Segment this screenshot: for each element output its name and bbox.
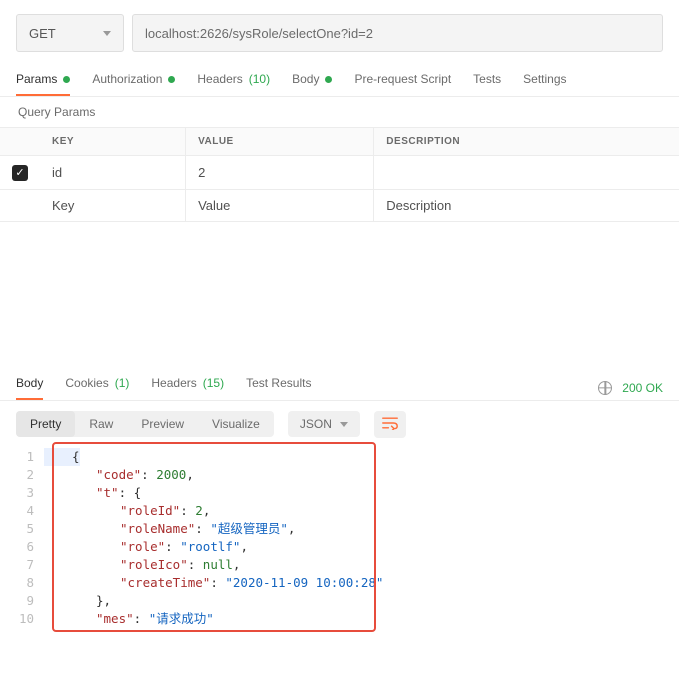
cell-key[interactable]: id: [40, 156, 186, 190]
response-body[interactable]: 1{2"code": 2000,3"t": {4"roleId": 2,5"ro…: [4, 448, 671, 628]
dot-icon: [168, 76, 175, 83]
chevron-down-icon: [340, 422, 348, 427]
dot-icon: [325, 76, 332, 83]
code-line: 2"code": 2000,: [18, 466, 671, 484]
code-line: 5"roleName": "超级管理员",: [18, 520, 671, 538]
col-key: KEY: [40, 128, 186, 156]
dot-icon: [63, 76, 70, 83]
mode-visualize[interactable]: Visualize: [198, 411, 274, 437]
mode-preview[interactable]: Preview: [127, 411, 198, 437]
mode-pretty[interactable]: Pretty: [16, 411, 75, 437]
key-placeholder[interactable]: Key: [40, 189, 186, 221]
query-params-heading: Query Params: [0, 97, 679, 127]
code-line: 7"roleIco": null,: [18, 556, 671, 574]
format-select[interactable]: JSON: [288, 411, 360, 437]
value-placeholder[interactable]: Value: [186, 189, 374, 221]
checkbox-icon[interactable]: ✓: [12, 165, 28, 181]
code-line: 1{: [18, 448, 671, 466]
wrap-icon: [382, 416, 398, 430]
code-line: 9},: [18, 592, 671, 610]
cell-desc[interactable]: [374, 156, 679, 190]
tab-body[interactable]: Body: [292, 72, 332, 96]
tab-tests[interactable]: Tests: [473, 72, 501, 96]
response-toolbar: Pretty Raw Preview Visualize JSON: [0, 401, 679, 448]
method-select[interactable]: GET: [16, 14, 124, 52]
code-line: 3"t": {: [18, 484, 671, 502]
tab-params[interactable]: Params: [16, 72, 70, 96]
url-input[interactable]: localhost:2626/sysRole/selectOne?id=2: [132, 14, 663, 52]
tab-authorization[interactable]: Authorization: [92, 72, 175, 96]
col-check: [0, 128, 40, 156]
code-line: 4"roleId": 2,: [18, 502, 671, 520]
col-value: VALUE: [186, 128, 374, 156]
col-desc: DESCRIPTION: [374, 128, 679, 156]
response-tabs: Body Cookies (1) Headers (15) Test Resul…: [16, 376, 311, 400]
res-tab-headers[interactable]: Headers (15): [151, 376, 224, 400]
res-tab-body[interactable]: Body: [16, 376, 43, 400]
table-row-placeholder: Key Value Description: [0, 189, 679, 221]
tab-prerequest[interactable]: Pre-request Script: [354, 72, 451, 96]
mode-raw[interactable]: Raw: [75, 411, 127, 437]
chevron-down-icon: [103, 31, 111, 36]
url-value: localhost:2626/sysRole/selectOne?id=2: [145, 26, 373, 41]
code-line: 6"role": "rootlf",: [18, 538, 671, 556]
status-text: 200 OK: [622, 381, 663, 395]
cell-value[interactable]: 2: [186, 156, 374, 190]
desc-placeholder[interactable]: Description: [374, 189, 679, 221]
res-tab-cookies[interactable]: Cookies (1): [65, 376, 129, 400]
globe-icon[interactable]: [598, 381, 612, 395]
code-line: 8"createTime": "2020-11-09 10:00:28": [18, 574, 671, 592]
tab-headers[interactable]: Headers (10): [197, 72, 270, 96]
method-label: GET: [29, 26, 56, 41]
wrap-button[interactable]: [374, 411, 406, 438]
table-row: ✓ id 2: [0, 156, 679, 190]
query-params-table: KEY VALUE DESCRIPTION ✓ id 2 Key Value D…: [0, 127, 679, 222]
code-line: 10"mes": "请求成功": [18, 610, 671, 628]
res-tab-tests[interactable]: Test Results: [246, 376, 311, 400]
tab-settings[interactable]: Settings: [523, 72, 566, 96]
request-tabs: Params Authorization Headers (10) Body P…: [0, 58, 679, 97]
